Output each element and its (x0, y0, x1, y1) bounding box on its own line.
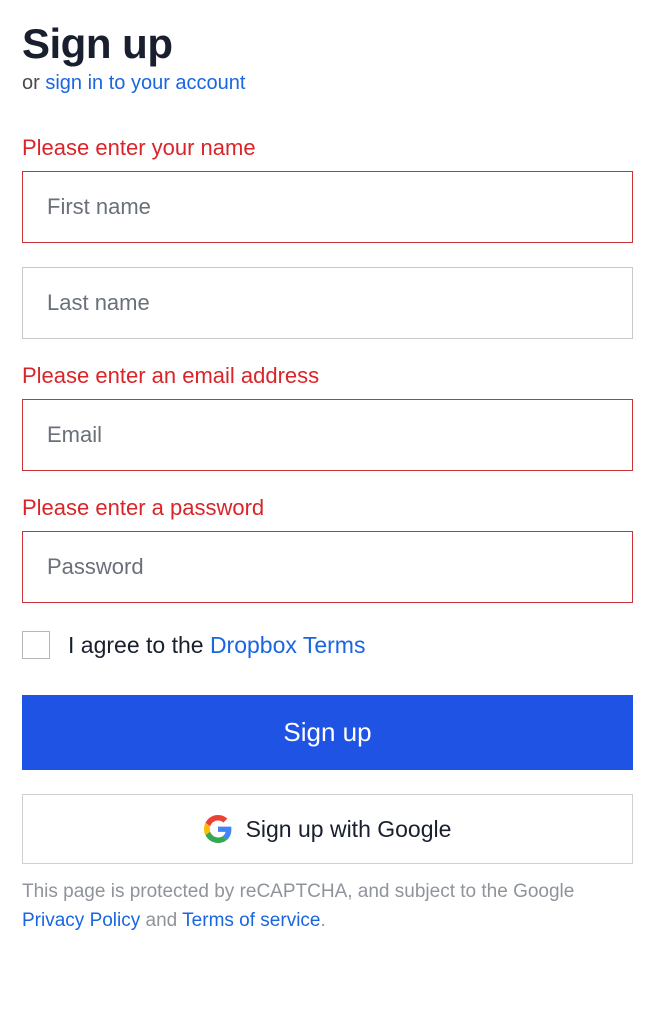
terms-row: I agree to the Dropbox Terms (22, 631, 633, 659)
email-input[interactable] (22, 399, 633, 471)
terms-link[interactable]: Dropbox Terms (210, 632, 366, 658)
last-name-input[interactable] (22, 267, 633, 339)
terms-of-service-link[interactable]: Terms of service (182, 910, 320, 931)
first-name-input[interactable] (22, 171, 633, 243)
email-error-message: Please enter an email address (22, 363, 633, 389)
name-error-message: Please enter your name (22, 135, 633, 161)
password-field-wrap: Please enter a password (22, 495, 633, 603)
password-error-message: Please enter a password (22, 495, 633, 521)
last-name-field-wrap (22, 267, 633, 339)
footer-and: and (140, 910, 182, 931)
subheading-prefix: or (22, 72, 45, 94)
first-name-field-wrap: Please enter your name (22, 135, 633, 243)
footer-text-1: This page is protected by reCAPTCHA, and… (22, 881, 574, 902)
sign-in-link[interactable]: sign in to your account (45, 72, 245, 94)
footer-period: . (320, 910, 325, 931)
privacy-policy-link[interactable]: Privacy Policy (22, 910, 140, 931)
signup-button[interactable]: Sign up (22, 695, 633, 770)
google-icon (204, 815, 232, 843)
password-input[interactable] (22, 531, 633, 603)
subheading: or sign in to your account (22, 72, 633, 95)
email-field-wrap: Please enter an email address (22, 363, 633, 471)
terms-prefix: I agree to the (68, 632, 210, 658)
terms-label: I agree to the Dropbox Terms (68, 632, 365, 659)
page-title: Sign up (22, 20, 633, 68)
google-signup-button[interactable]: Sign up with Google (22, 794, 633, 864)
recaptcha-footer: This page is protected by reCAPTCHA, and… (22, 878, 633, 935)
terms-checkbox[interactable] (22, 631, 50, 659)
google-button-label: Sign up with Google (246, 816, 452, 843)
